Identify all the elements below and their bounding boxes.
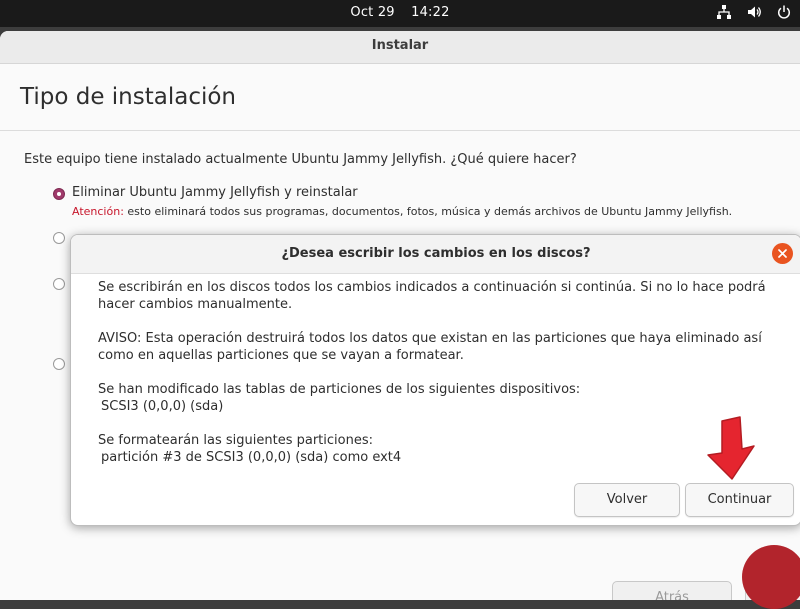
page-title: Tipo de instalación	[20, 84, 237, 110]
back-button[interactable]: Atrás	[612, 581, 732, 600]
volume-icon[interactable]	[746, 4, 762, 20]
dialog-body: Se escribirán en los discos todos los ca…	[98, 279, 788, 483]
devices-heading: Se han modificado las tablas de particio…	[98, 382, 581, 397]
dialog-para-warning: AVISO: Esta operación destruirá todos lo…	[98, 331, 762, 363]
header-divider	[0, 130, 800, 131]
dialog-close-button[interactable]	[772, 243, 793, 264]
power-icon[interactable]	[776, 4, 792, 20]
option-erase-reinstall-label[interactable]: Eliminar Ubuntu Jammy Jellyfish y reinst…	[72, 185, 358, 200]
watermark-logo	[742, 545, 800, 609]
system-tray[interactable]	[716, 4, 792, 20]
dialog-continue-button[interactable]: Continuar	[685, 483, 794, 517]
device-entry: SCSI3 (0,0,0) (sda)	[101, 399, 224, 414]
dialog-para-devices: Se han modificado las tablas de particio…	[98, 381, 788, 415]
radio-option-4[interactable]	[53, 358, 65, 370]
pointer-arrow-icon	[707, 416, 755, 480]
erase-warning: Atención: esto eliminará todos sus progr…	[72, 205, 732, 218]
dialog-para-partitions: Se formatearán las siguientes particione…	[98, 432, 788, 466]
radio-option-2[interactable]	[53, 232, 65, 244]
window-titlebar: Instalar	[0, 31, 800, 64]
clock-date: Oct 29	[350, 5, 395, 20]
write-changes-dialog: ¿Desea escribir los cambios en los disco…	[70, 234, 800, 526]
network-icon[interactable]	[716, 4, 732, 20]
partitions-heading: Se formatearán las siguientes particione…	[98, 433, 373, 448]
dialog-title: ¿Desea escribir los cambios en los disco…	[71, 235, 800, 274]
radio-erase-reinstall[interactable]	[53, 188, 65, 200]
warning-text: esto eliminará todos sus programas, docu…	[123, 205, 733, 218]
partition-entry: partición #3 de SCSI3 (0,0,0) (sda) como…	[101, 450, 402, 465]
clock[interactable]: Oct 29 14:22	[0, 5, 800, 20]
close-icon	[778, 249, 787, 258]
top-bar: Oct 29 14:22	[0, 0, 800, 27]
dialog-back-button[interactable]: Volver	[574, 483, 680, 517]
dialog-para-intro: Se escribirán en los discos todos los ca…	[98, 280, 766, 312]
install-question: Este equipo tiene instalado actualmente …	[24, 152, 577, 167]
radio-option-3[interactable]	[53, 278, 65, 290]
clock-time: 14:22	[411, 5, 450, 20]
warning-prefix: Atención:	[72, 205, 124, 218]
